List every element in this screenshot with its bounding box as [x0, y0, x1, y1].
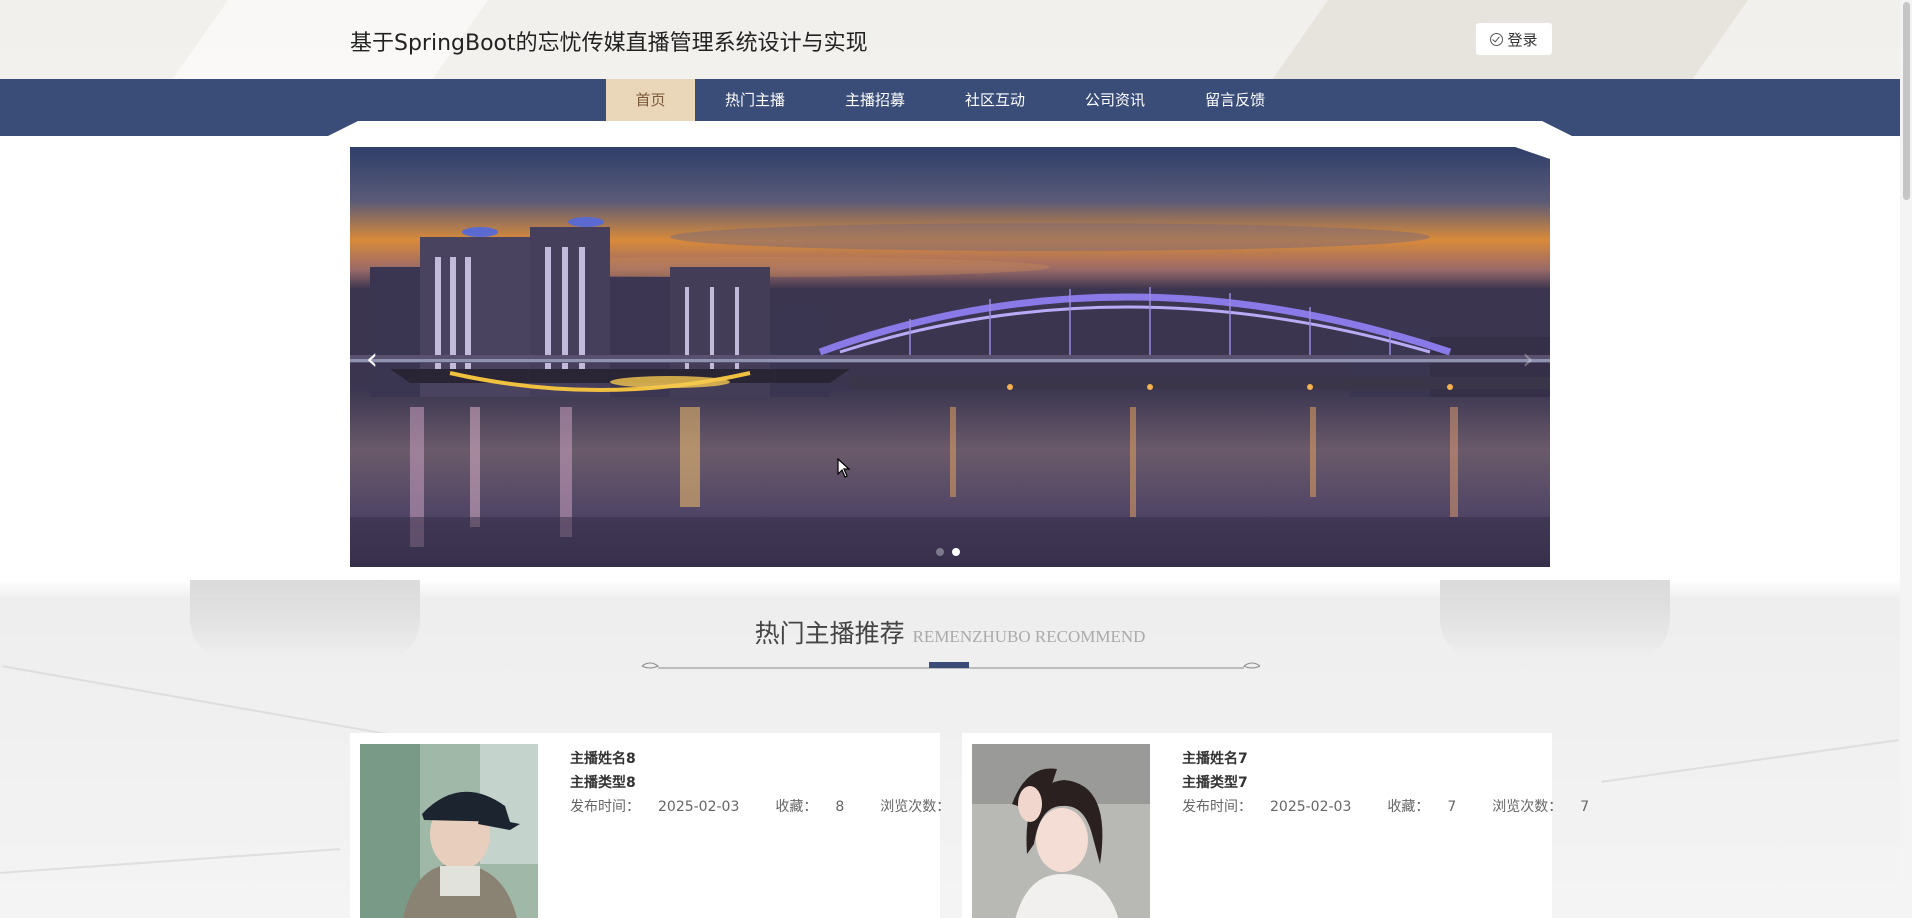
page-scrollbar[interactable]: [1900, 0, 1912, 918]
streamer-card[interactable]: 主播姓名7 主播类型7 发布时间： 2025-02-03 收藏： 7 浏览次数： 7: [962, 733, 1589, 918]
nav-menu: 首页 热门主播 主播招募 社区互动 公司资讯 留言反馈: [606, 79, 1295, 121]
section-heading: 热门主播推荐 REMENZHUBO RECOMMEND: [0, 614, 1900, 650]
views-count: 浏览次数： 7: [1492, 799, 1590, 815]
nav-item-news[interactable]: 公司资讯: [1055, 79, 1175, 121]
carousel-prev-button[interactable]: ‹: [362, 340, 382, 380]
streamer-name[interactable]: 主播姓名7: [1182, 747, 1625, 771]
carousel-dot[interactable]: [936, 548, 944, 556]
streamer-photo[interactable]: [360, 744, 538, 918]
streamer-meta: 发布时间： 2025-02-03 收藏： 7 浏览次数： 7: [1182, 795, 1625, 819]
check-circle-icon: [1490, 32, 1504, 46]
publish-date: 发布时间： 2025-02-03: [570, 799, 740, 815]
streamer-card[interactable]: 主播姓名8 主播类型8 发布时间：2025-02-03收藏：8浏览次数：8: [350, 733, 977, 918]
streamer-avatar-image: [360, 744, 538, 918]
nav-item-home[interactable]: 首页: [606, 79, 695, 121]
streamer-avatar-image: [972, 744, 1150, 918]
nav-item-feedback[interactable]: 留言反馈: [1175, 79, 1295, 121]
login-label: 登录: [1507, 30, 1538, 49]
streamer-type: 主播类型7: [1182, 775, 1248, 791]
streamer-info: 主播姓名8 主播类型8 发布时间：2025-02-03收藏：8浏览次数：8: [570, 747, 1013, 819]
section-subtitle: REMENZHUBO RECOMMEND: [912, 627, 1146, 646]
nav-item-hot-streamers[interactable]: 热门主播: [695, 79, 815, 121]
nav-item-community[interactable]: 社区互动: [935, 79, 1055, 121]
streamer-name[interactable]: 主播姓名8: [570, 747, 1013, 771]
carousel-next-button[interactable]: ›: [1518, 340, 1538, 380]
section-divider: [641, 662, 1261, 669]
publish-date: 发布时间： 2025-02-03: [1182, 799, 1352, 815]
mouse-cursor-icon: [837, 458, 851, 478]
nav-notch: [318, 121, 1582, 141]
streamer-meta: 发布时间：2025-02-03收藏：8浏览次数：8: [570, 795, 1013, 819]
streamer-info: 主播姓名7 主播类型7 发布时间： 2025-02-03 收藏： 7 浏览次数： 7: [1182, 747, 1625, 819]
login-button[interactable]: 登录: [1476, 23, 1552, 55]
streamer-photo[interactable]: [972, 744, 1150, 918]
nav-item-recruitment[interactable]: 主播招募: [815, 79, 935, 121]
scrollbar-thumb[interactable]: [1903, 2, 1910, 200]
streamer-type: 主播类型8: [570, 775, 636, 791]
city-night-banner-image: [350, 147, 1550, 567]
site-title: 基于SpringBoot的忘忧传媒直播管理系统设计与实现: [350, 31, 868, 56]
banner-carousel[interactable]: [350, 147, 1550, 567]
favorites-count: 收藏： 8: [775, 799, 845, 815]
carousel-dot-active[interactable]: [952, 548, 960, 556]
section-title: 热门主播推荐: [754, 619, 905, 648]
favorites-count: 收藏： 7: [1387, 799, 1457, 815]
carousel-indicators: [936, 548, 960, 556]
